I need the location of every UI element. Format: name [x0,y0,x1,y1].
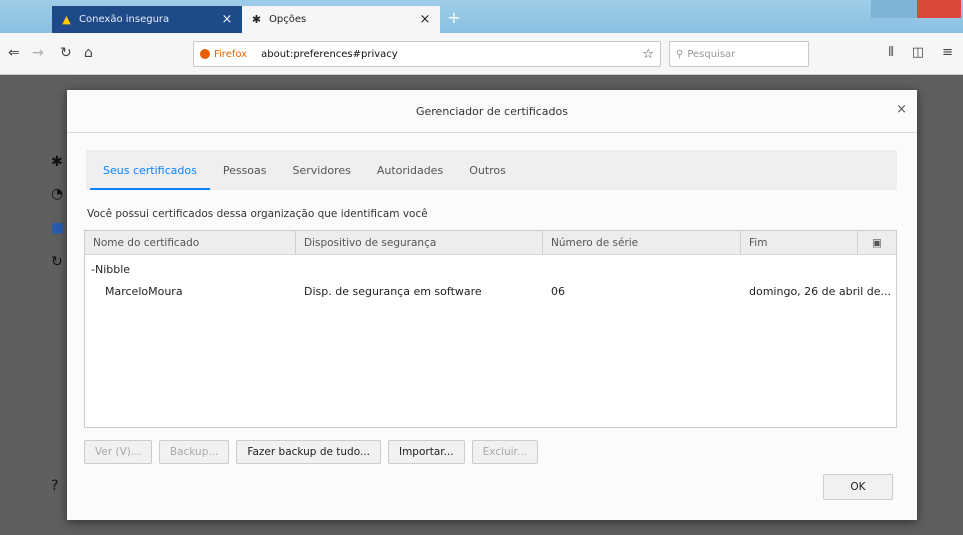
dialog-title: Gerenciador de certificados [415,104,568,118]
backup-all-button[interactable]: Fazer backup de tudo... [236,440,381,464]
lock-icon: ■ [51,220,65,236]
browser-titlebar: ▲ Conexão insegura × ✱ Opções × + [0,0,963,33]
maximize-button[interactable] [895,0,917,18]
cell-end: domingo, 26 de abril de... [749,284,891,298]
column-header-device[interactable]: Dispositivo de segurança [296,231,543,254]
toolbar-right-buttons: ⫴ ◫ ≡ [888,45,953,60]
minimize-button[interactable] [871,0,895,18]
certificate-manager-dialog: Gerenciador de certificados × Seus certi… [67,90,917,520]
forward-icon[interactable]: → [32,45,44,61]
sidebar-icon[interactable]: ◫ [912,45,924,60]
tab-your-certificates[interactable]: Seus certificados [90,150,210,190]
gear-icon: ✱ [51,154,63,170]
tab-description: Você possui certificados dessa organizaç… [87,208,428,220]
column-header-end[interactable]: Fim [741,231,858,254]
view-button[interactable]: Ver (V)... [84,440,152,464]
window-controls [871,0,961,18]
close-icon[interactable]: × [896,102,907,117]
warning-icon: ▲ [62,13,71,26]
cell-device: Disp. de segurança em software [304,284,482,298]
tab-title: Conexão insegura [79,14,170,25]
table-row[interactable]: MarceloMoura Disp. de segurança em softw… [85,280,896,302]
new-tab-button[interactable]: + [446,10,462,26]
tab-others[interactable]: Outros [456,150,519,190]
search-placeholder: Pesquisar [687,48,736,60]
help-icon: ? [51,478,59,494]
column-header-serial[interactable]: Número de série [543,231,741,254]
home-icon[interactable]: ⌂ [84,45,93,61]
certificate-tabs: Seus certificados Pessoas Servidores Aut… [86,150,897,190]
window-close-button[interactable] [917,0,961,18]
url-brand-label: Firefox [214,48,248,60]
tab-authorities[interactable]: Autoridades [364,150,456,190]
ok-button[interactable]: OK [823,474,893,500]
close-icon[interactable]: × [418,12,432,27]
menu-icon[interactable]: ≡ [942,45,953,60]
backup-button[interactable]: Backup... [158,440,230,464]
tab-title: Opções [269,14,307,25]
search-input[interactable]: ⚲ Pesquisar [669,41,809,67]
cell-serial: 06 [551,284,565,298]
navigation-toolbar: ⇐ → ↻ ⌂ Firefox about:preferences#privac… [0,33,963,75]
search-icon: ⚲ [676,48,684,60]
column-header-name[interactable]: Nome do certificado [85,231,296,254]
firefox-icon [200,49,210,59]
cell-name: MarceloMoura [105,284,183,298]
tab-insecure-connection[interactable]: ▲ Conexão insegura × [52,6,242,33]
back-icon[interactable]: ⇐ [8,45,20,61]
sync-icon: ↻ [51,254,63,270]
reload-icon[interactable]: ↻ [60,45,72,61]
dialog-header: Gerenciador de certificados × [67,90,917,133]
tab-people[interactable]: Pessoas [210,150,280,190]
gear-icon: ✱ [251,13,262,26]
bookmark-star-icon[interactable]: ☆ [642,47,654,62]
action-buttons: Ver (V)... Backup... Fazer backup de tud… [84,440,538,464]
certificate-table: Nome do certificado Dispositivo de segur… [84,230,897,428]
close-icon[interactable]: × [220,12,234,27]
library-icon[interactable]: ⫴ [888,45,893,60]
delete-button[interactable]: Excluir... [471,440,538,464]
column-picker-icon[interactable]: ▣ [858,231,896,254]
tab-options[interactable]: ✱ Opções × [242,6,440,33]
url-text[interactable]: about:preferences#privacy [261,49,642,60]
tab-servers[interactable]: Servidores [280,150,364,190]
search-icon: ◔ [51,186,64,202]
import-button[interactable]: Importar... [387,440,465,464]
table-header: Nome do certificado Dispositivo de segur… [85,231,896,255]
tree-group-row[interactable]: -Nibble [85,258,896,280]
url-bar[interactable]: Firefox about:preferences#privacy ☆ [193,41,661,67]
